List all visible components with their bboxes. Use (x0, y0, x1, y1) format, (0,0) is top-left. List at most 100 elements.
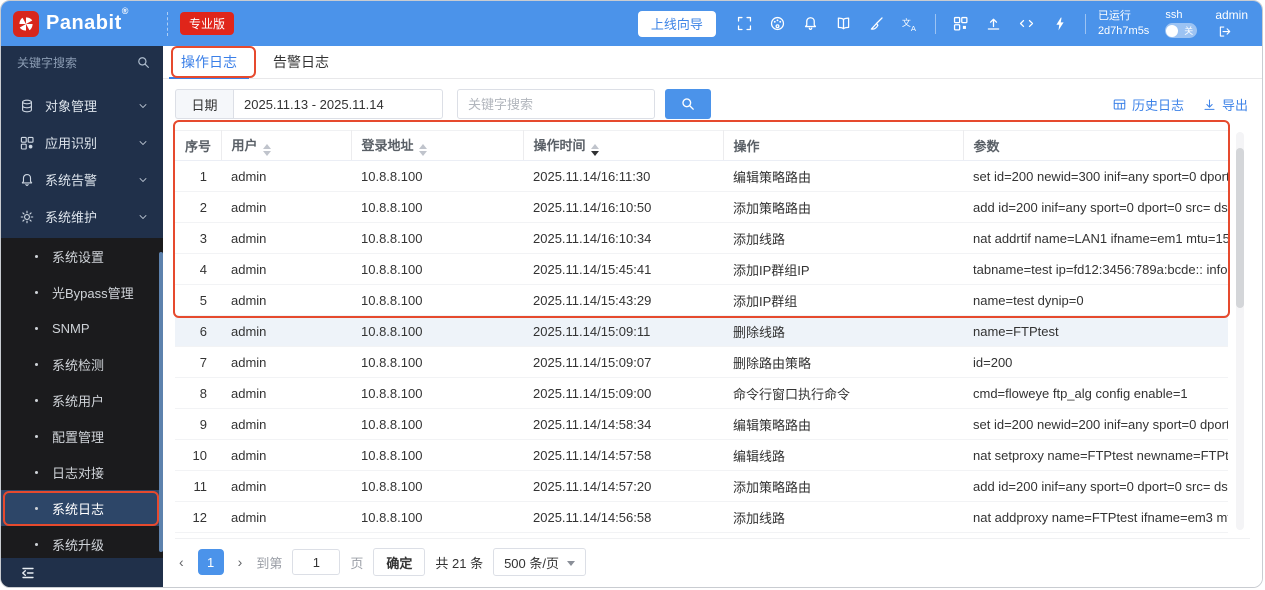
sidebar-item-snmp[interactable]: SNMP (1, 310, 163, 346)
table-row: 9 admin 10.8.8.100 2025.11.14/14:58:34 编… (175, 408, 1228, 440)
toggle-state-label: 关 (1184, 26, 1194, 36)
sidebar-item-system-settings[interactable]: 系统设置 (1, 238, 163, 274)
bullet-dot (35, 506, 38, 510)
cell-operation: 添加策略路由 (723, 470, 963, 502)
prev-page-button[interactable]: ‹ (175, 554, 188, 570)
bullet-dot (35, 434, 38, 438)
broom-icon[interactable] (864, 11, 890, 37)
sidebar-item-system-log[interactable]: 系统日志 (1, 490, 163, 526)
page-size-select[interactable]: 500 条/页 (493, 548, 586, 576)
keyword-search-input[interactable] (457, 89, 655, 119)
table-header-row: 序号 用户 登录地址 操作时间 操作 参数 (175, 130, 1228, 161)
sidebar-search-input[interactable] (17, 55, 136, 70)
header-divider (1084, 13, 1086, 34)
username-label[interactable]: admin (1215, 8, 1248, 22)
table-row: 8 admin 10.8.8.100 2025.11.14/15:09:00 命… (175, 377, 1228, 409)
panabit-pinwheel-icon (13, 10, 39, 37)
sidebar-item-label: SNMP (52, 320, 90, 336)
history-log-link[interactable]: 历史日志 (1112, 95, 1184, 114)
chevron-down-icon (567, 560, 575, 566)
current-page-button[interactable]: 1 (197, 549, 224, 575)
tab-alarm-log[interactable]: 告警日志 (255, 46, 347, 78)
sidebar-item-log-connect[interactable]: 日志对接 (1, 454, 163, 490)
table-scrollbar-thumb[interactable] (1236, 148, 1244, 308)
col-header-user[interactable]: 用户 (221, 130, 352, 161)
edition-badge: 专业版 (180, 12, 235, 35)
translate-icon[interactable]: 文A (897, 11, 923, 37)
next-page-button[interactable]: › (234, 554, 247, 570)
cell-operation-time: 2025.11.14/15:09:00 (523, 377, 723, 409)
search-icon[interactable] (136, 55, 151, 70)
uptime-label: 已运行 (1097, 9, 1131, 22)
lightning-icon[interactable] (1047, 11, 1073, 37)
brand-logo[interactable]: Panabit® (13, 6, 155, 37)
bullet-dot (35, 290, 38, 294)
cell-user: admin (221, 501, 351, 533)
date-range-input[interactable] (233, 89, 443, 119)
confirm-button[interactable]: 确定 (373, 548, 426, 576)
table-body: 1 admin 10.8.8.100 2025.11.14/16:11:30 编… (175, 160, 1228, 533)
bell-icon (21, 173, 33, 186)
cell-user: admin (221, 284, 351, 316)
sidebar-group-system-maintain[interactable]: 系统维护 (1, 198, 163, 235)
cell-operation-time: 2025.11.14/16:10:50 (523, 191, 723, 223)
cell-user: admin (221, 346, 351, 378)
sidebar-item-config-mgmt[interactable]: 配置管理 (1, 418, 163, 454)
logout-icon[interactable] (1215, 23, 1233, 39)
sidebar: 对象管理 应用识别 系统告警 系统维护 系统设置 光Bypass管理 S (1, 46, 163, 587)
sort-icon[interactable] (262, 144, 271, 156)
cell-operation: 添加线路 (723, 222, 963, 254)
cell-no: 4 (175, 253, 221, 285)
uptime-status: 已运行 2d7h7m5s (1098, 9, 1149, 39)
cli-code-icon[interactable] (1014, 11, 1040, 37)
ssh-toggle[interactable]: 关 (1165, 23, 1198, 38)
cell-params: nat addrtif name=LAN1 ifname=em1 mtu=15… (963, 222, 1228, 254)
date-label: 日期 (175, 89, 233, 119)
history-table-icon (1113, 98, 1126, 110)
cell-operation: 删除路由策略 (723, 346, 963, 378)
cell-params: name=FTPtest (963, 315, 1228, 347)
sort-icon[interactable] (418, 144, 427, 156)
cell-no: 12 (175, 501, 221, 533)
sidebar-item-label: 系统设置 (52, 249, 105, 265)
sidebar-item-system-users[interactable]: 系统用户 (1, 382, 163, 418)
sidebar-group-system-alarm[interactable]: 系统告警 (1, 161, 163, 198)
ssh-control: ssh 关 (1165, 9, 1198, 38)
sidebar-item-system-upgrade[interactable]: 系统升级 (1, 526, 163, 562)
cell-login-address: 10.8.8.100 (351, 346, 523, 378)
tab-operation-log[interactable]: 操作日志 (163, 46, 255, 79)
search-button[interactable] (665, 89, 711, 119)
bullet-dot (35, 470, 38, 474)
cell-login-address: 10.8.8.100 (351, 439, 523, 471)
cell-no: 11 (175, 470, 221, 502)
sidebar-item-bypass-mgmt[interactable]: 光Bypass管理 (1, 274, 163, 310)
sort-icon-active[interactable] (590, 144, 599, 156)
col-header-no: 序号 (175, 130, 222, 161)
cell-operation-time: 2025.11.14/15:09:11 (523, 315, 723, 347)
book-icon[interactable] (831, 11, 857, 37)
pagination-bar: ‹ 1 › 到第 页 确定 共 21 条 500 条/页 (175, 538, 1250, 576)
header-divider (934, 13, 936, 34)
palette-icon[interactable] (765, 11, 791, 37)
upgrade-icon[interactable] (981, 11, 1007, 37)
export-link[interactable]: 导出 (1202, 95, 1248, 114)
sidebar-group-label: 系统告警 (45, 173, 98, 188)
fullscreen-icon[interactable] (732, 11, 758, 37)
onboarding-wizard-button[interactable]: 上线向导 (637, 10, 716, 37)
cell-operation: 删除线路 (723, 315, 963, 347)
modules-grid-icon[interactable] (948, 11, 974, 37)
sidebar-group-object-mgmt[interactable]: 对象管理 (1, 87, 163, 124)
bell-icon[interactable] (798, 11, 824, 37)
bullet-dot (35, 398, 38, 402)
col-header-operation-time[interactable]: 操作时间 (523, 130, 724, 161)
goto-page-input[interactable] (292, 549, 341, 575)
cell-user: admin (221, 253, 351, 285)
main-content: 操作日志 告警日志 日期 历史日志 导出 (163, 46, 1262, 587)
sidebar-group-app-identify[interactable]: 应用识别 (1, 124, 163, 161)
col-header-params: 参数 (963, 130, 1228, 161)
sidebar-item-system-check[interactable]: 系统检测 (1, 346, 163, 382)
panabit-app-window: Panabit® 专业版 上线向导 文A 已运行 2d7h7m5s ssh 关 … (0, 0, 1263, 588)
collapse-sidebar-icon[interactable] (19, 564, 37, 582)
table-row: 6 admin 10.8.8.100 2025.11.14/15:09:11 删… (175, 315, 1228, 347)
col-header-login-address[interactable]: 登录地址 (351, 130, 524, 161)
